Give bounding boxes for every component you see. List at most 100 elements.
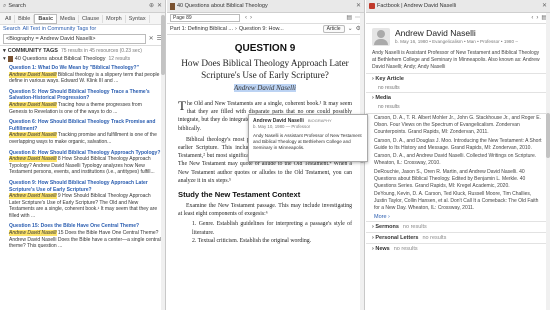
list-item: 2. Textual criticism. Establish the orig… bbox=[192, 237, 312, 244]
tab-syntax[interactable]: Syntax bbox=[126, 14, 150, 23]
result-title[interactable]: Question 9: How Should Biblical Theology… bbox=[9, 180, 161, 193]
search-input[interactable]: <Biography = Andrew David Naselli> bbox=[3, 34, 146, 44]
chevron-down-icon[interactable]: ⌄ bbox=[348, 26, 353, 32]
tab-clause[interactable]: Clause bbox=[79, 14, 104, 23]
bibliography-item[interactable]: DeYoung, Kevin, D. A. Carson, Ted Kluck,… bbox=[366, 190, 550, 212]
author-link[interactable]: Andrew David Naselli bbox=[234, 84, 296, 92]
result-title[interactable]: Question 15: Does the Bible Have One Cen… bbox=[9, 223, 161, 230]
popup-tag: BIOGRAPHY bbox=[307, 118, 332, 123]
community-tags-label: COMMUNITY TAGS bbox=[7, 48, 58, 54]
search-scope-value[interactable]: All Text in Community Tags for bbox=[22, 26, 96, 32]
search-icon: ⌕ bbox=[3, 3, 7, 9]
list-item[interactable]: Question 5: How Should Biblical Theology… bbox=[0, 87, 165, 117]
chapter-author: Andrew David Naselli bbox=[178, 84, 352, 92]
dropcap: T bbox=[178, 98, 186, 113]
article-button[interactable]: Article bbox=[322, 25, 345, 33]
reader-titlebar: 40 Questions about Biblical Theology ✕ bbox=[167, 0, 364, 13]
expand-icon[interactable]: ▾ bbox=[3, 56, 6, 62]
bibliography-item[interactable]: Carson, D. A., and Andrew David Naselli.… bbox=[366, 152, 550, 168]
search-title: Search bbox=[8, 3, 26, 9]
resource-count: 12 results bbox=[108, 56, 131, 62]
page-input[interactable]: Page 89 bbox=[170, 14, 240, 22]
search-titlebar: ⌕ Search ⊕ ✕ bbox=[0, 0, 165, 13]
list-item[interactable]: Question 1: What Do We Mean by "Biblical… bbox=[0, 63, 165, 87]
person-name: Andrew David Naselli bbox=[395, 28, 476, 38]
popup-text: Andy Naselli is Assistant Professor of N… bbox=[253, 133, 362, 150]
list-item[interactable]: Question 6: How Should Biblical Theology… bbox=[0, 117, 165, 147]
community-tags-header[interactable]: ▾ COMMUNITY TAGS 75 results in 45 resour… bbox=[0, 46, 165, 55]
bibliography-item[interactable]: Carson, D. A., T. R. Albert Mohler Jr., … bbox=[366, 114, 550, 136]
bibliography-item[interactable]: DeRouchie, Jason S., Oren R. Martin, and… bbox=[366, 168, 550, 190]
factbook-titlebar: Factbook | Andrew David Naselli ✕ bbox=[366, 0, 550, 13]
person-meta[interactable]: b. May 16, 1980 • Evangelicalism • Man •… bbox=[395, 39, 518, 44]
chapter-heading: How Does Biblical Theology Approach Late… bbox=[181, 58, 349, 80]
result-title[interactable]: Question 5: How Should Biblical Theology… bbox=[9, 89, 161, 102]
key-article-section[interactable]: › Key Article bbox=[366, 73, 550, 84]
person-icon bbox=[372, 28, 390, 46]
tab-media[interactable]: Media bbox=[57, 14, 80, 23]
result-tag: Andrew David Naselli bbox=[9, 71, 57, 78]
book-icon bbox=[7, 56, 13, 62]
factbook-header: Andrew David Naselli b. May 16, 1980 • E… bbox=[366, 24, 550, 50]
tab-basic[interactable]: Basic bbox=[34, 13, 58, 24]
forward-icon[interactable]: › bbox=[536, 15, 538, 21]
reader-breadcrumb: Part 1: Defining Biblical ... › Question… bbox=[167, 24, 364, 35]
bibliography-item[interactable]: Carson, D. A., and Douglas J. Moo. Intro… bbox=[366, 137, 550, 153]
chevron-right-icon: › bbox=[372, 76, 374, 83]
search-type-tabs: AllBibleBasicMediaClauseMorphSyntax‹ bbox=[0, 13, 165, 25]
result-tag: Andrew David Naselli bbox=[9, 193, 57, 200]
app-root: ⌕ Search ⊕ ✕ All Bible Basic Media Clause Mor… bbox=[0, 0, 550, 310]
list-item[interactable]: Question 9: How Should Biblical Theology… bbox=[0, 178, 165, 222]
resource-title[interactable]: 40 Questions about Biblical Theology bbox=[15, 56, 106, 62]
sermons-section[interactable]: › Sermons no results bbox=[366, 220, 550, 232]
pin-icon[interactable]: ⊕ bbox=[149, 3, 154, 9]
chevron-right-icon: › bbox=[372, 234, 374, 241]
list-item[interactable]: Question 8: How Should Biblical Theology… bbox=[0, 148, 165, 178]
panel-icon[interactable]: ▤ bbox=[346, 15, 352, 21]
media-empty: no results bbox=[378, 104, 400, 111]
search-scope: Search All Text in Community Tags for bbox=[0, 25, 165, 33]
tab-bible[interactable]: Bible bbox=[15, 14, 35, 23]
breadcrumb-part[interactable]: Part 1: Defining Biblical ... bbox=[170, 26, 233, 32]
result-title[interactable]: Question 1: What Do We Mean by "Biblical… bbox=[9, 65, 161, 72]
result-tag: Andrew David Naselli bbox=[9, 230, 57, 237]
result-title[interactable]: Question 8: How Should Biblical Theology… bbox=[9, 150, 161, 157]
forward-icon[interactable]: › bbox=[250, 15, 252, 21]
exegesis-list: 1. Genre. Establish guidelines for inter… bbox=[178, 220, 352, 245]
tab-morph[interactable]: Morph bbox=[103, 14, 126, 23]
factbook-title: Factbook | Andrew David Naselli bbox=[377, 3, 457, 9]
close-icon[interactable]: ✕ bbox=[542, 3, 547, 9]
resource-header[interactable]: ▾ 40 Questions about Biblical Theology 1… bbox=[0, 55, 165, 63]
media-section[interactable]: › Media bbox=[366, 92, 550, 103]
result-title[interactable]: Question 6: How Should Biblical Theology… bbox=[9, 119, 161, 132]
personal-letters-section[interactable]: › Personal Letters no results bbox=[366, 231, 550, 243]
key-article-empty: no results bbox=[378, 85, 400, 92]
close-icon[interactable]: ✕ bbox=[157, 3, 162, 9]
result-tag: Andrew David Naselli bbox=[9, 101, 57, 108]
paragraph-3: Examine the New Testament passage. This … bbox=[178, 203, 352, 218]
reader-title: 40 Questions about Biblical Theology bbox=[177, 3, 268, 9]
clear-icon[interactable]: ✕ bbox=[149, 36, 154, 42]
more-link[interactable]: More › bbox=[366, 213, 550, 221]
section-heading: Study the New Testament Context bbox=[178, 190, 301, 200]
search-scope-label[interactable]: Search bbox=[3, 26, 20, 32]
close-icon[interactable]: ✕ bbox=[356, 3, 361, 9]
collapse-icon[interactable]: ▾ bbox=[3, 48, 6, 54]
news-section[interactable]: › News no results bbox=[366, 242, 550, 254]
list-item[interactable]: Question 15: Does the Bible Have One Cen… bbox=[0, 221, 165, 251]
tab-all[interactable]: All bbox=[2, 14, 16, 23]
factbook-scrollbar[interactable] bbox=[546, 13, 550, 310]
chevron-right-icon: › bbox=[372, 95, 374, 102]
reader-toolbar: Page 89 ‹ › ▤ ⋯ bbox=[167, 13, 364, 24]
results-list: Question 1: What Do We Mean by "Biblical… bbox=[0, 63, 165, 252]
breadcrumb-question[interactable]: Question 9: How... bbox=[239, 26, 284, 32]
chevron-right-icon: › bbox=[372, 245, 374, 252]
biography-popup[interactable]: Andrew David Naselli BIOGRAPHY b. May 10… bbox=[248, 114, 368, 162]
result-tag: Andrew David Naselli bbox=[9, 132, 57, 139]
back-icon[interactable]: ‹ bbox=[245, 15, 247, 21]
search-panel: ⌕ Search ⊕ ✕ All Bible Basic Media Clause Mor… bbox=[0, 0, 166, 310]
person-bio: Andy Naselli is Assistant Professor of N… bbox=[372, 50, 540, 70]
back-icon[interactable]: ‹ bbox=[531, 15, 533, 21]
result-tag: Andrew David Naselli bbox=[9, 156, 57, 163]
search-scrollbar[interactable] bbox=[161, 13, 165, 310]
